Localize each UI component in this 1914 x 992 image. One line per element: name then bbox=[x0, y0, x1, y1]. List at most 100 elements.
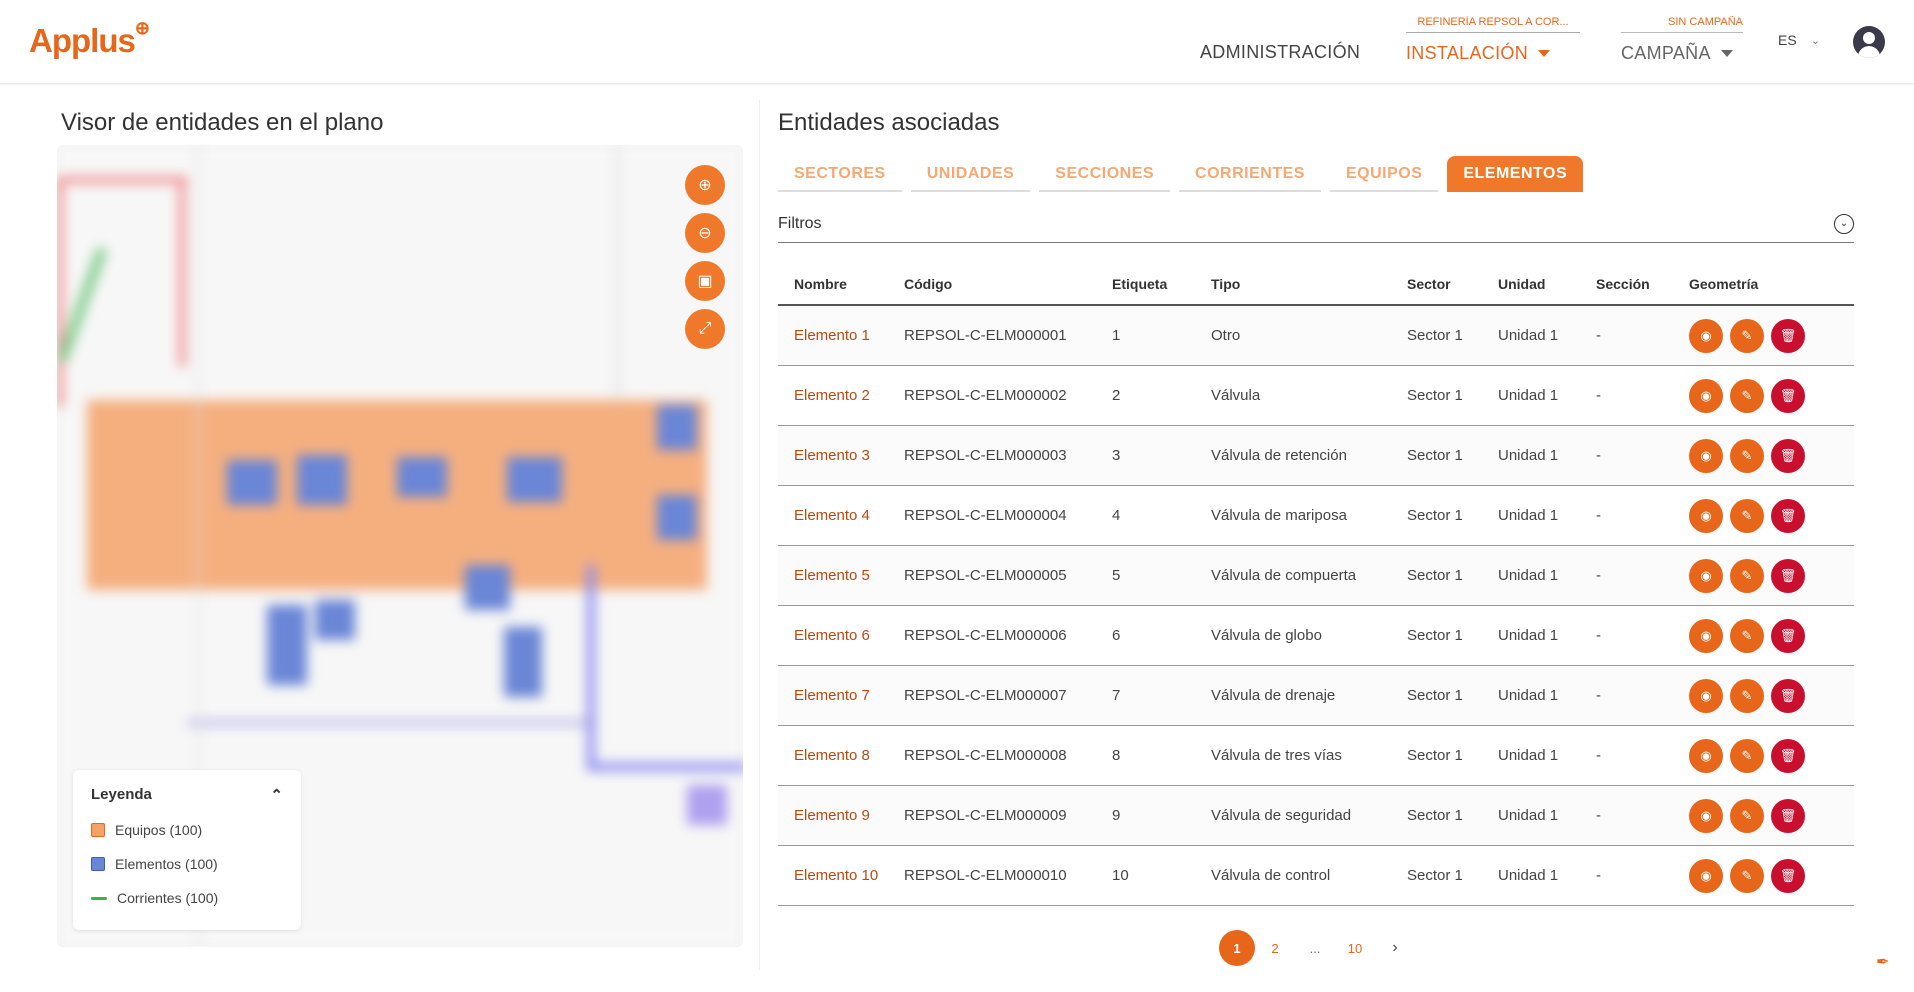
cell-sector: Sector 1 bbox=[1407, 807, 1463, 824]
edit-pencil-icon[interactable]: ✎ bbox=[1730, 378, 1764, 413]
legend-item-corrientes: Corrientes (100) bbox=[91, 890, 283, 906]
cell-sector: Sector 1 bbox=[1407, 687, 1463, 704]
cell-nombre: Elemento 5 bbox=[794, 567, 870, 584]
tab-equipos[interactable]: EQUIPOS bbox=[1329, 156, 1439, 192]
cell-seccion: - bbox=[1596, 507, 1601, 524]
tab-unidades[interactable]: UNIDADES bbox=[910, 156, 1031, 192]
col-unidad[interactable]: Unidad bbox=[1498, 276, 1596, 292]
geometry-actions: ◉ ✎ 🗑 bbox=[1689, 858, 1854, 893]
table-row: Elemento 5 REPSOL-C-ELM000005 5 Válvula de … bbox=[778, 546, 1854, 606]
plan-viewer[interactable]: ⊕ ⊖ ▣ ⤢ Leyenda ⌃ Equipos (100) Elementos… bbox=[57, 145, 743, 947]
delete-trash-icon[interactable]: 🗑 bbox=[1771, 558, 1805, 593]
nav-administracion[interactable]: ADMINISTRACIÓN bbox=[1200, 42, 1360, 63]
cell-codigo: REPSOL-C-ELM000006 bbox=[904, 627, 1067, 644]
tab-corrientes[interactable]: CORRIENTES bbox=[1179, 156, 1321, 192]
edit-pencil-icon[interactable]: ✎ bbox=[1730, 318, 1764, 353]
table-row: Elemento 8 REPSOL-C-ELM000008 8 Válvula de … bbox=[778, 726, 1854, 786]
view-eye-icon[interactable]: ◉ bbox=[1689, 498, 1723, 533]
table-row: Elemento 6 REPSOL-C-ELM000006 6 Válvula de … bbox=[778, 606, 1854, 666]
view-eye-icon[interactable]: ◉ bbox=[1689, 678, 1723, 713]
fullscreen-icon[interactable]: ⤢ bbox=[685, 309, 725, 349]
edit-pencil-icon[interactable]: ✎ bbox=[1730, 858, 1764, 893]
cell-tipo: Válvula de compuerta bbox=[1211, 567, 1357, 584]
cell-etiqueta: 9 bbox=[1112, 807, 1121, 824]
cell-etiqueta: 3 bbox=[1112, 447, 1121, 464]
legend-item-equipos: Equipos (100) bbox=[91, 822, 283, 838]
filters-toggle[interactable]: Filtros ⌄ bbox=[778, 205, 1854, 243]
next-page-icon[interactable]: › bbox=[1375, 930, 1415, 966]
table-header: Nombre Código Etiqueta Tipo Sector Unida… bbox=[778, 264, 1854, 306]
zoom-in-icon[interactable]: ⊕ bbox=[685, 165, 725, 205]
view-eye-icon[interactable]: ◉ bbox=[1689, 438, 1723, 473]
tab-elementos[interactable]: ELEMENTOS bbox=[1447, 156, 1584, 192]
panel-divider bbox=[759, 100, 760, 970]
user-avatar-icon[interactable] bbox=[1853, 26, 1885, 58]
cell-sector: Sector 1 bbox=[1407, 447, 1463, 464]
cell-codigo: REPSOL-C-ELM000003 bbox=[904, 447, 1067, 464]
view-eye-icon[interactable]: ◉ bbox=[1689, 318, 1723, 353]
col-etiqueta[interactable]: Etiqueta bbox=[1112, 276, 1211, 292]
legend-label: Corrientes (100) bbox=[117, 890, 219, 906]
cell-unidad: Unidad 1 bbox=[1498, 867, 1559, 884]
elements-table: Nombre Código Etiqueta Tipo Sector Unida… bbox=[778, 264, 1854, 906]
edit-pencil-icon[interactable]: ✎ bbox=[1730, 558, 1764, 593]
legend-panel: Leyenda ⌃ Equipos (100) Elementos (100) C… bbox=[73, 770, 301, 930]
col-geometria: Geometría bbox=[1689, 276, 1759, 292]
cell-etiqueta: 7 bbox=[1112, 687, 1121, 704]
table-body: Elemento 1 REPSOL-C-ELM000001 1 Otro Sector … bbox=[778, 306, 1854, 906]
edit-pencil-icon[interactable]: ✎ bbox=[1730, 498, 1764, 533]
page-2-button[interactable]: 2 bbox=[1255, 930, 1295, 966]
chevron-up-icon[interactable]: ⌃ bbox=[270, 786, 283, 804]
cell-nombre: Elemento 3 bbox=[794, 447, 870, 464]
col-seccion[interactable]: Sección bbox=[1596, 276, 1689, 292]
cell-codigo: REPSOL-C-ELM000009 bbox=[904, 807, 1067, 824]
view-eye-icon[interactable]: ◉ bbox=[1689, 858, 1723, 893]
entities-title: Entidades asociadas bbox=[778, 109, 1000, 136]
col-codigo[interactable]: Código bbox=[904, 276, 1112, 292]
col-tipo[interactable]: Tipo bbox=[1211, 276, 1407, 292]
applus-logo[interactable]: Applus⊕ bbox=[29, 18, 150, 60]
cell-etiqueta: 1 bbox=[1112, 327, 1121, 344]
installation-context: REFINERÍA REPSOL A COR... bbox=[1406, 16, 1580, 33]
delete-trash-icon[interactable]: 🗑 bbox=[1771, 318, 1805, 353]
edit-pencil-icon[interactable]: ✎ bbox=[1730, 798, 1764, 833]
edit-pencil-icon[interactable]: ✎ bbox=[1730, 438, 1764, 473]
legend-label: Elementos (100) bbox=[115, 856, 218, 872]
view-eye-icon[interactable]: ◉ bbox=[1689, 558, 1723, 593]
view-eye-icon[interactable]: ◉ bbox=[1689, 618, 1723, 653]
view-eye-icon[interactable]: ◉ bbox=[1689, 378, 1723, 413]
cell-seccion: - bbox=[1596, 867, 1601, 884]
delete-trash-icon[interactable]: 🗑 bbox=[1771, 678, 1805, 713]
delete-trash-icon[interactable]: 🗑 bbox=[1771, 858, 1805, 893]
chevron-down-circle-icon[interactable]: ⌄ bbox=[1834, 213, 1854, 234]
legend-item-elementos: Elementos (100) bbox=[91, 856, 283, 872]
edit-pencil-icon[interactable]: ✎ bbox=[1730, 618, 1764, 653]
tab-secciones[interactable]: SECCIONES bbox=[1039, 156, 1171, 192]
cell-unidad: Unidad 1 bbox=[1498, 327, 1559, 344]
language-selector[interactable]: ES ⌄ bbox=[1778, 32, 1820, 48]
entity-tabs: SECTORES UNIDADES SECCIONES CORRIENTES E… bbox=[778, 156, 1584, 192]
delete-trash-icon[interactable]: 🗑 bbox=[1771, 378, 1805, 413]
top-header: Applus⊕ ADMINISTRACIÓN REFINERÍA REPSOL … bbox=[0, 0, 1914, 84]
brush-icon[interactable]: ✒ bbox=[1876, 952, 1889, 972]
page-10-button[interactable]: 10 bbox=[1335, 930, 1375, 966]
tab-sectores[interactable]: SECTORES bbox=[778, 156, 902, 192]
delete-trash-icon[interactable]: 🗑 bbox=[1771, 438, 1805, 473]
view-eye-icon[interactable]: ◉ bbox=[1689, 738, 1723, 773]
edit-pencil-icon[interactable]: ✎ bbox=[1730, 738, 1764, 773]
delete-trash-icon[interactable]: 🗑 bbox=[1771, 798, 1805, 833]
fit-view-icon[interactable]: ▣ bbox=[685, 261, 725, 301]
delete-trash-icon[interactable]: 🗑 bbox=[1771, 498, 1805, 533]
delete-trash-icon[interactable]: 🗑 bbox=[1771, 618, 1805, 653]
col-sector[interactable]: Sector bbox=[1407, 276, 1498, 292]
zoom-out-icon[interactable]: ⊖ bbox=[685, 213, 725, 253]
col-nombre[interactable]: Nombre bbox=[778, 276, 904, 292]
nav-instalacion[interactable]: REFINERÍA REPSOL A COR... INSTALACIÓN bbox=[1406, 16, 1580, 64]
cell-tipo: Válvula de retención bbox=[1211, 447, 1347, 464]
page-1-button[interactable]: 1 bbox=[1219, 930, 1255, 966]
nav-campana[interactable]: SIN CAMPAÑA CAMPAÑA bbox=[1621, 16, 1743, 64]
edit-pencil-icon[interactable]: ✎ bbox=[1730, 678, 1764, 713]
caret-down-icon bbox=[1538, 50, 1550, 57]
delete-trash-icon[interactable]: 🗑 bbox=[1771, 738, 1805, 773]
view-eye-icon[interactable]: ◉ bbox=[1689, 798, 1723, 833]
